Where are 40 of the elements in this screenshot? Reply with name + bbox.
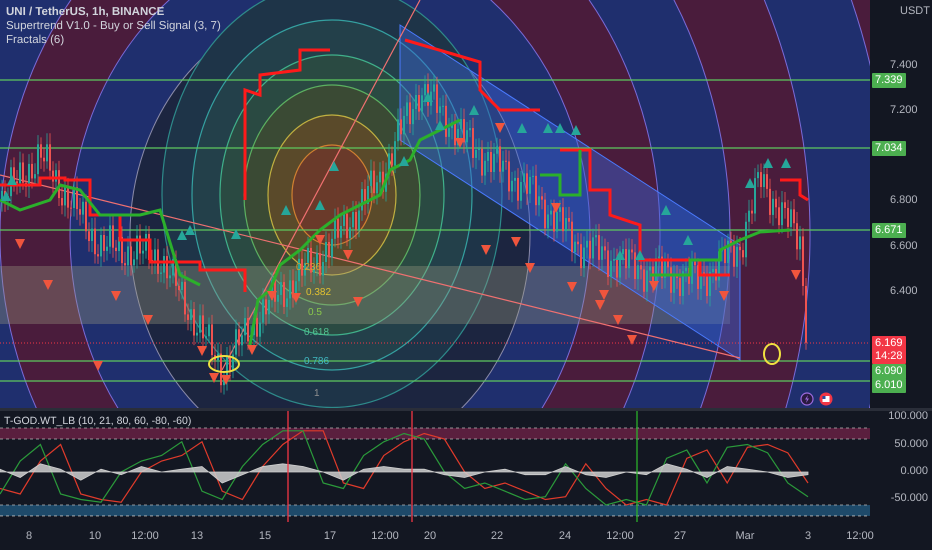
time-axis-label: 10: [88, 530, 102, 542]
time-axis-label: 12:00: [131, 530, 159, 542]
oscillator-axis-label: 100.000: [888, 411, 928, 422]
price-value: 6.671: [875, 224, 903, 237]
fib-level-label: 1: [314, 388, 320, 399]
price-axis-label: 7.400: [890, 59, 918, 71]
time-axis-label: Mar: [736, 530, 754, 542]
time-axis-label: 15: [258, 530, 272, 542]
fib-level-label: 0.382: [306, 287, 332, 298]
indicator-label: Fractals (6): [6, 34, 66, 46]
price-value: 6.010: [875, 379, 903, 392]
time-axis-label: 8: [26, 530, 32, 542]
time-axis-label: 22: [490, 530, 504, 542]
price-value: 6.169: [875, 337, 903, 350]
time-axis-label: 24: [558, 530, 572, 542]
fib-level-label: 0.236: [296, 262, 322, 273]
time-axis-label: 20: [424, 530, 436, 542]
indicator-label: T-GOD.WT_LB (10, 21, 80, 60, -80, -60): [4, 415, 192, 427]
price-axis-label: 6.800: [890, 194, 918, 206]
price-value: 7.339: [875, 74, 903, 87]
oscillator-axis-label: 0.000: [900, 464, 928, 477]
time-axis-label: 27: [674, 530, 686, 542]
flag-icon[interactable]: [819, 392, 833, 406]
lightning-icon[interactable]: [800, 392, 814, 406]
time-axis-label: 17: [324, 530, 336, 542]
fib-level-label: 0.5: [308, 307, 322, 318]
oscillator-axis-label: 50.000: [894, 438, 928, 450]
price-value: 6.090: [875, 365, 903, 378]
price-axis-label: 7.200: [890, 104, 918, 116]
time-axis-label: 12:00: [846, 530, 874, 542]
currency-label: USDT: [900, 5, 930, 17]
countdown-timer: 14:28: [875, 350, 903, 363]
price-axis-label: 6.600: [890, 240, 918, 252]
price-value: 7.034: [875, 142, 903, 155]
price-axis-label: 6.400: [890, 285, 918, 297]
time-axis-label: 3: [804, 530, 812, 542]
time-axis-label: 12:00: [606, 530, 634, 542]
time-axis-label: 12:00: [371, 530, 399, 542]
time-axis-label: 13: [190, 530, 204, 542]
oscillator-axis-label: -50.000: [890, 492, 928, 504]
